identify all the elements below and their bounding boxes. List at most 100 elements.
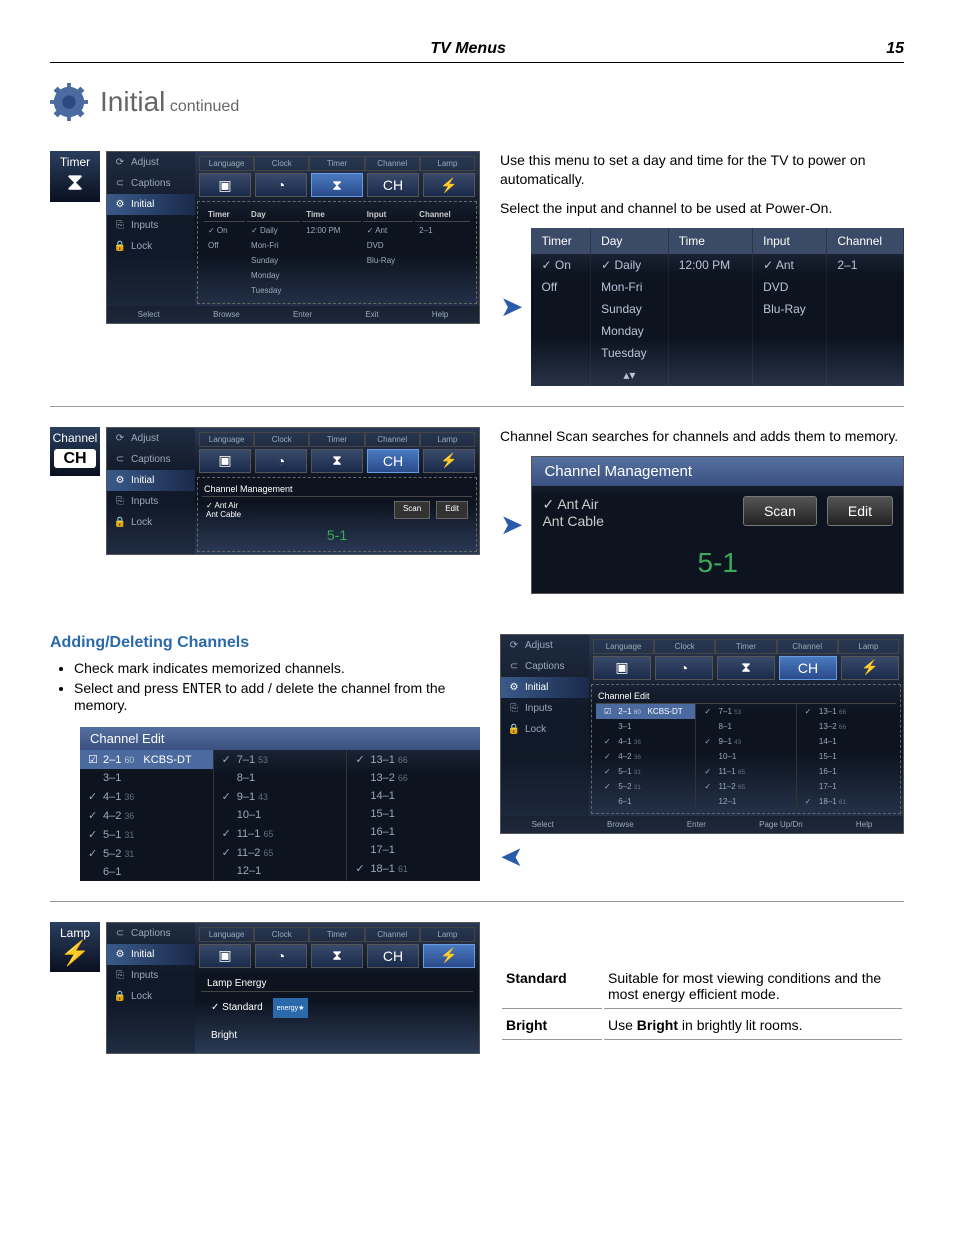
channel-row[interactable]: 3–1 bbox=[596, 719, 695, 734]
channel-row[interactable]: 14–1 bbox=[347, 787, 480, 805]
lamp-bright-option[interactable]: Bright bbox=[201, 1024, 473, 1047]
channel-row[interactable]: ✓ 13–1 66 bbox=[797, 704, 896, 719]
channel-edit-osd: ⟳Adjust ⊂Captions ⚙Initial ⎘Inputs 🔒Lock… bbox=[500, 634, 904, 834]
osd-tab-channel[interactable]: Channel bbox=[365, 156, 420, 171]
channel-row[interactable]: 8–1 bbox=[214, 769, 347, 787]
channel-row[interactable]: 10–1 bbox=[214, 806, 347, 824]
channel-row[interactable]: ✓ 5–2 31 bbox=[80, 844, 213, 863]
channel-row[interactable]: ✓ 4–2 36 bbox=[80, 806, 213, 825]
title-main: Initial bbox=[100, 86, 165, 117]
channel-row[interactable]: 12–1 bbox=[214, 862, 347, 880]
bolt-icon: ⚡ bbox=[50, 940, 100, 969]
osd-nav-captions[interactable]: ⊂Captions bbox=[107, 173, 195, 194]
osd-nav-initial[interactable]: ⚙Initial bbox=[107, 194, 195, 215]
channel-icon-box: Channel CH bbox=[50, 427, 100, 476]
page-title-row: Initial continued bbox=[50, 83, 904, 121]
channel-row[interactable]: 17–1 bbox=[347, 841, 480, 859]
channel-row[interactable]: 6–1 bbox=[596, 794, 695, 809]
arrow-right-icon: ➤ bbox=[500, 508, 523, 541]
channel-row[interactable]: 10–1 bbox=[696, 749, 795, 764]
channel-row[interactable]: 8–1 bbox=[696, 719, 795, 734]
timer-osd: ⟳Adjust ⊂Captions ⚙Initial ⎘Inputs 🔒Lock… bbox=[106, 151, 480, 324]
channel-row[interactable]: ✓ 5–2 31 bbox=[596, 779, 695, 794]
lamp-standard-option[interactable]: ✓ Standard bbox=[211, 1002, 263, 1013]
channel-row[interactable]: ✓ 9–1 43 bbox=[214, 787, 347, 806]
lamp-section: Lamp ⚡ ⊂Captions ⚙Initial ⎘Inputs 🔒Lock … bbox=[50, 922, 904, 1074]
channel-row[interactable]: ✓ 13–1 66 bbox=[347, 750, 480, 769]
channel-row[interactable]: ✓ 11–1 65 bbox=[214, 824, 347, 843]
channel-row[interactable]: 16–1 bbox=[797, 764, 896, 779]
osd-nav-inputs[interactable]: ⎘Inputs bbox=[107, 215, 195, 236]
osd-current-channel: 5-1 bbox=[202, 523, 472, 547]
osd-nav-adjust[interactable]: ⟳Adjust bbox=[107, 152, 195, 173]
channel-row[interactable]: 12–1 bbox=[696, 794, 795, 809]
channel-row[interactable]: 13–2 66 bbox=[797, 719, 896, 734]
channel-row[interactable]: ✓ 11–1 65 bbox=[696, 764, 795, 779]
timer-intro-2: Select the input and channel to be used … bbox=[500, 199, 904, 218]
timer-options-table: TimerDayTimeInputChannel ✓ On✓ Daily12:0… bbox=[202, 206, 472, 299]
channel-row[interactable]: ✓ 7–1 53 bbox=[214, 750, 347, 769]
ant-air-option[interactable]: ✓ Ant Air bbox=[542, 496, 603, 513]
channel-row[interactable]: ✓ 18–1 61 bbox=[797, 794, 896, 809]
channel-edit-panel: Channel Edit ☑ 2–1 60 KCBS-DT 3–1✓ 4–1 3… bbox=[80, 727, 480, 881]
channel-row[interactable]: 14–1 bbox=[797, 734, 896, 749]
channel-row[interactable]: ✓ 11–2 65 bbox=[696, 779, 795, 794]
timer-intro-1: Use this menu to set a day and time for … bbox=[500, 151, 904, 189]
channel-row[interactable]: ✓ 7–1 53 bbox=[696, 704, 795, 719]
channel-management-panel: Channel Management ✓ Ant Air Ant Cable S… bbox=[531, 456, 904, 594]
channel-row[interactable]: 16–1 bbox=[347, 823, 480, 841]
language-icon[interactable]: ▣ bbox=[199, 173, 251, 197]
channel-row[interactable]: ☑ 2–1 60 KCBS-DT bbox=[80, 750, 213, 769]
channel-osd: ⟳Adjust ⊂Captions ⚙Initial ⎘Inputs 🔒Lock… bbox=[106, 427, 480, 555]
timer-icon-box: Timer ⧗ bbox=[50, 151, 100, 202]
channel-row[interactable]: 17–1 bbox=[797, 779, 896, 794]
timer-icon[interactable]: ⧗ bbox=[311, 173, 363, 197]
scan-button[interactable]: Scan bbox=[743, 496, 817, 526]
osd-tab-timer[interactable]: Timer bbox=[309, 156, 364, 171]
osd-nav-lock[interactable]: 🔒Lock bbox=[107, 236, 195, 257]
page-number: 15 bbox=[886, 40, 904, 58]
timer-detail-table: TimerDayTimeInputChannel ✓ On✓ Daily12:0… bbox=[531, 228, 904, 386]
edit-button[interactable]: Edit bbox=[827, 496, 893, 526]
lamp-osd: ⊂Captions ⚙Initial ⎘Inputs 🔒Lock Languag… bbox=[106, 922, 480, 1054]
ant-cable-option[interactable]: Ant Cable bbox=[542, 513, 603, 529]
osd-tab-language[interactable]: Language bbox=[199, 156, 254, 171]
channel-row[interactable]: 3–1 bbox=[80, 769, 213, 787]
channel-row[interactable]: ✓ 9–1 43 bbox=[696, 734, 795, 749]
arrow-left-icon: ➤ bbox=[500, 840, 523, 873]
bullet-1: Check mark indicates memorized channels. bbox=[74, 660, 480, 676]
lamp-icon[interactable]: ⚡ bbox=[423, 173, 475, 197]
channel-row[interactable]: ✓ 5–1 31 bbox=[596, 764, 695, 779]
channel-row[interactable]: ✓ 11–2 65 bbox=[214, 843, 347, 862]
bullet-2: Select and press ENTER to add / delete t… bbox=[74, 680, 480, 713]
title-sub: continued bbox=[170, 98, 239, 115]
channel-icon[interactable]: CH bbox=[367, 173, 419, 197]
adding-section: Adding/Deleting Channels Check mark indi… bbox=[50, 634, 904, 902]
osd-tab-lamp[interactable]: Lamp bbox=[420, 156, 475, 171]
channel-row[interactable]: ☑ 2–1 60 KCBS-DT bbox=[596, 704, 695, 719]
arrow-right-icon: ➤ bbox=[500, 290, 523, 323]
scan-button-small[interactable]: Scan bbox=[394, 501, 430, 519]
timer-section: Timer ⧗ ⟳Adjust ⊂Captions ⚙Initial ⎘Inpu… bbox=[50, 151, 904, 407]
adding-heading: Adding/Deleting Channels bbox=[50, 634, 480, 652]
clock-icon[interactable]: ◔ bbox=[255, 173, 307, 197]
channel-row[interactable]: 15–1 bbox=[347, 805, 480, 823]
header-section: TV Menus bbox=[430, 40, 506, 58]
lamp-description-table: StandardSuitable for most viewing condit… bbox=[500, 962, 904, 1042]
channel-row[interactable]: ✓ 4–2 36 bbox=[596, 749, 695, 764]
channel-row[interactable]: 15–1 bbox=[797, 749, 896, 764]
channel-row[interactable]: 13–2 66 bbox=[347, 769, 480, 787]
ch-icon: CH bbox=[54, 449, 96, 468]
channel-row[interactable]: 6–1 bbox=[80, 863, 213, 881]
channel-section: Channel CH ⟳Adjust ⊂Captions ⚙Initial ⎘I… bbox=[50, 427, 904, 614]
gear-icon bbox=[50, 83, 88, 121]
osd-tab-clock[interactable]: Clock bbox=[254, 156, 309, 171]
hourglass-icon: ⧗ bbox=[50, 169, 100, 198]
lamp-icon-box: Lamp ⚡ bbox=[50, 922, 100, 973]
channel-intro: Channel Scan searches for channels and a… bbox=[500, 427, 904, 446]
channel-row[interactable]: ✓ 18–1 61 bbox=[347, 859, 480, 878]
channel-row[interactable]: ✓ 4–1 36 bbox=[80, 787, 213, 806]
channel-row[interactable]: ✓ 5–1 31 bbox=[80, 825, 213, 844]
channel-row[interactable]: ✓ 4–1 36 bbox=[596, 734, 695, 749]
edit-button-small[interactable]: Edit bbox=[436, 501, 468, 519]
